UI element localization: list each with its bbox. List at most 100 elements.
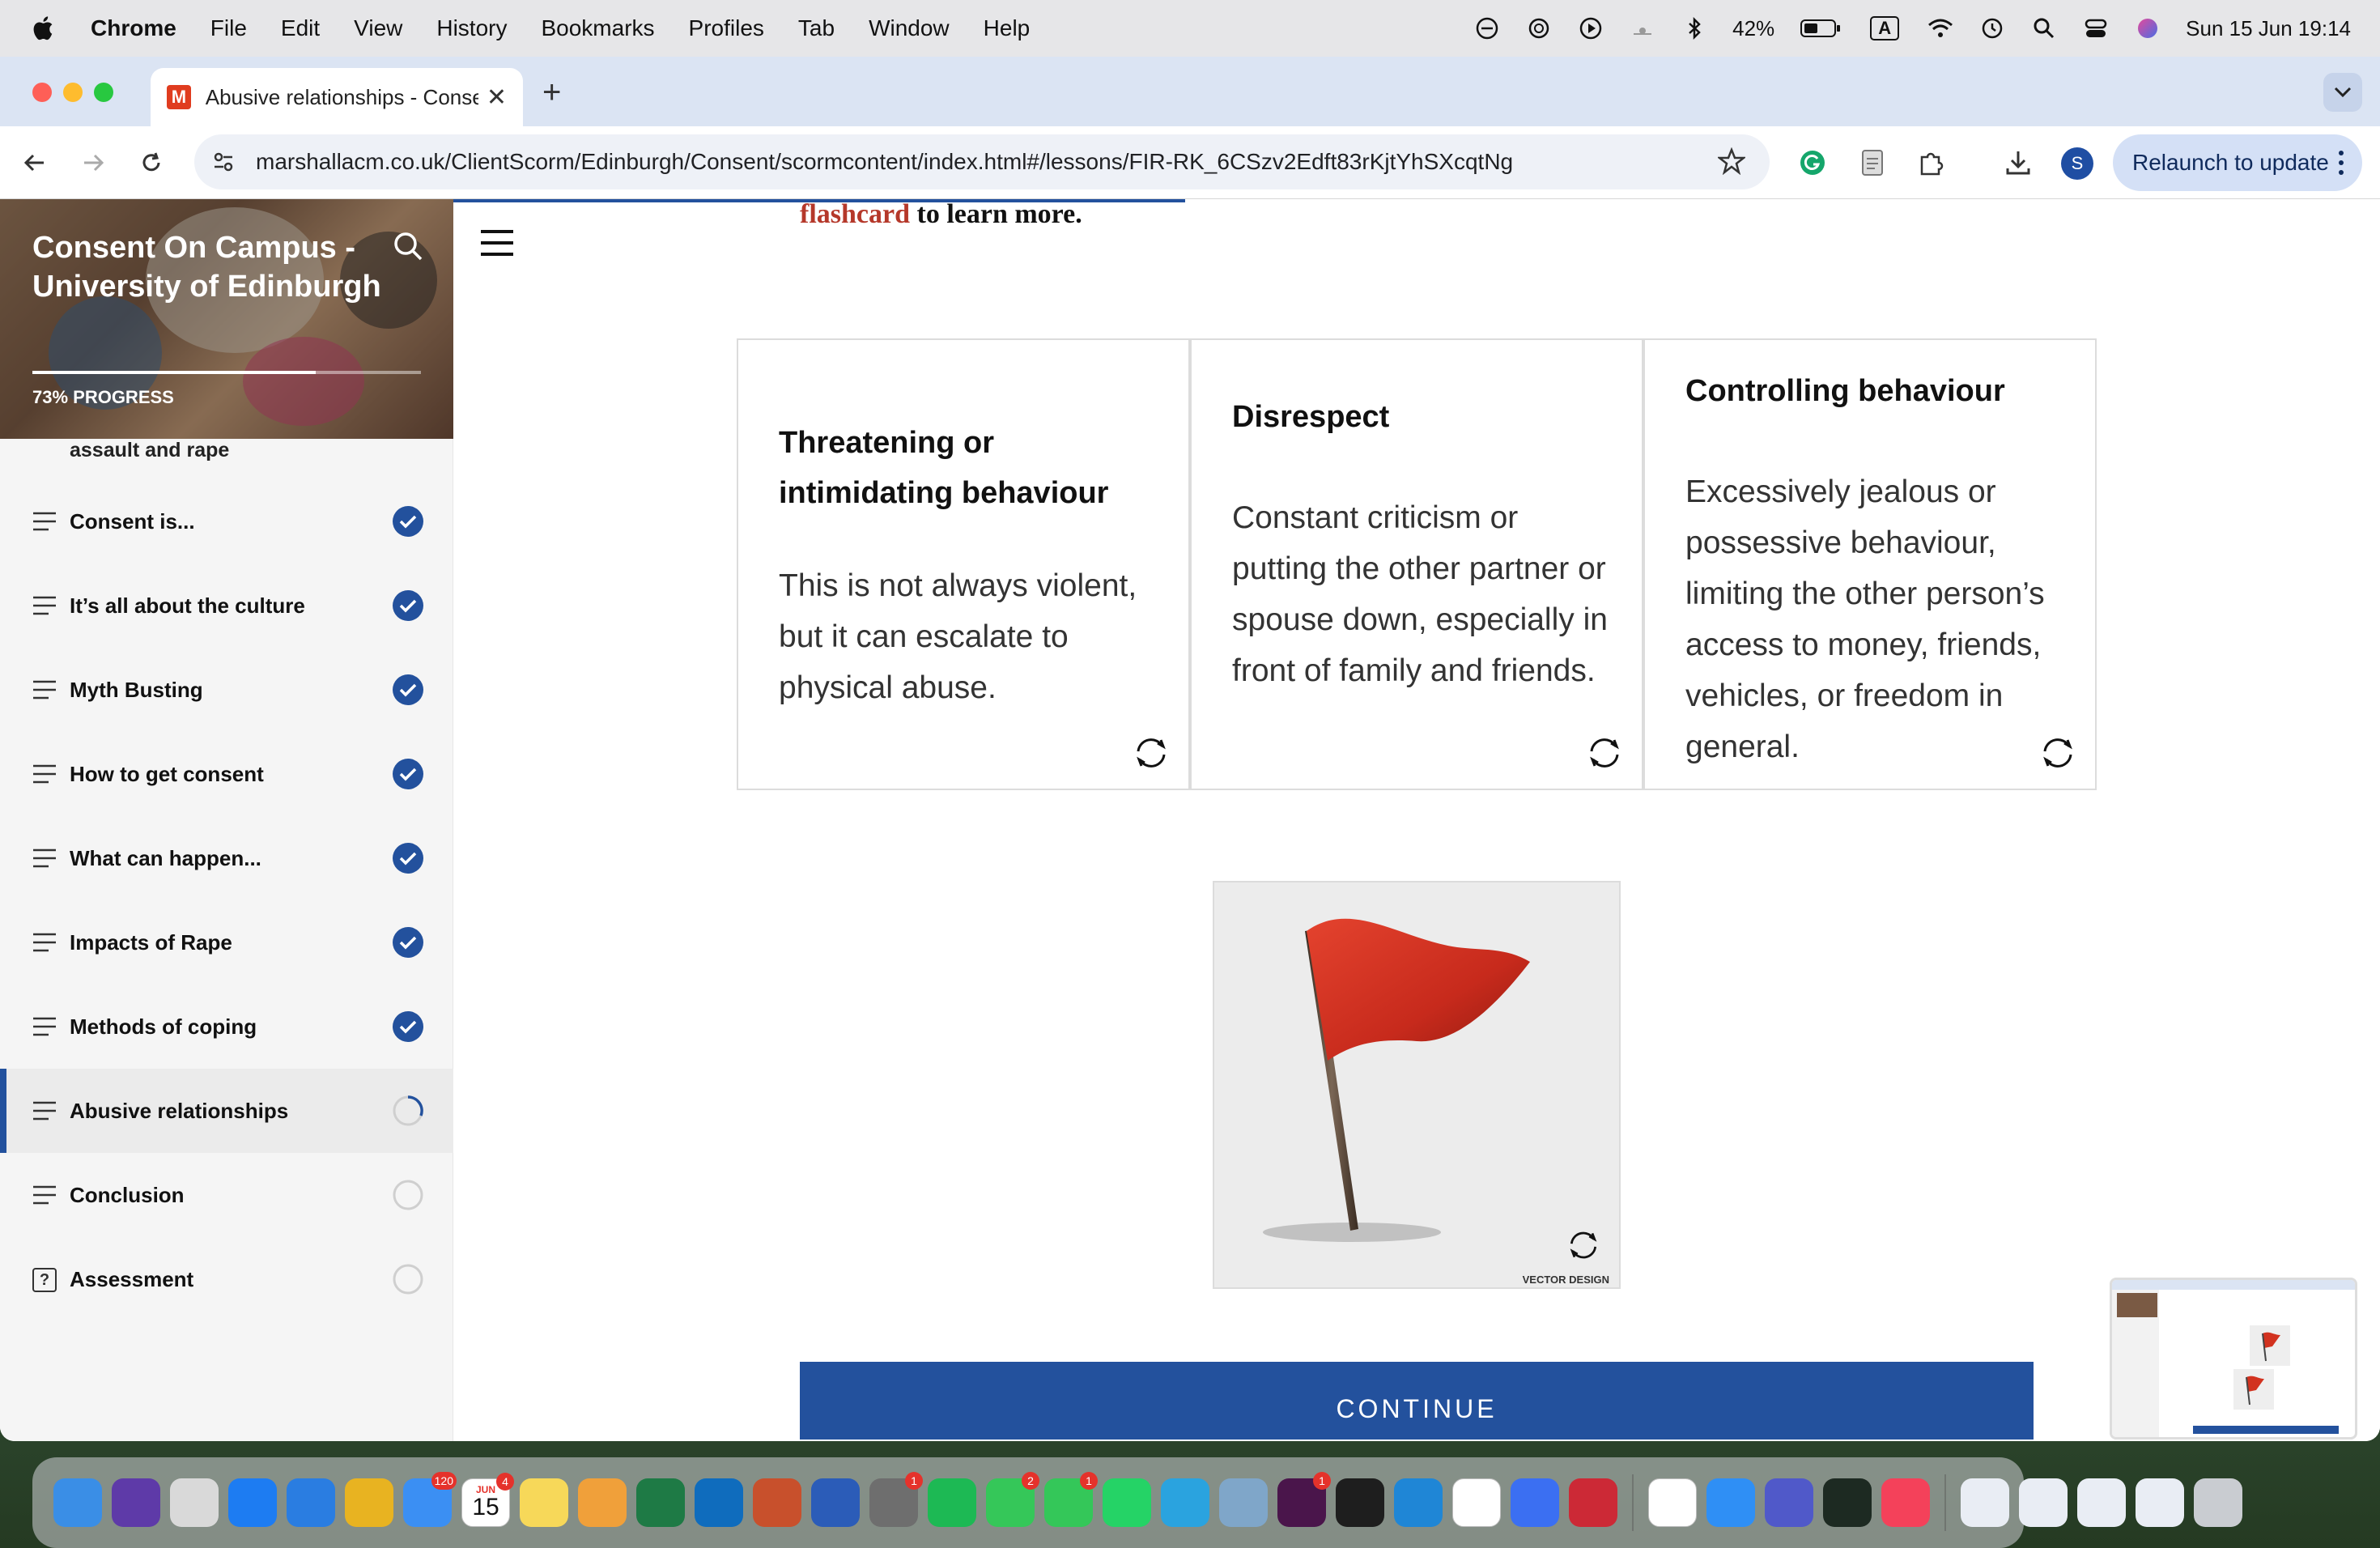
menu-app-name[interactable]: Chrome <box>91 15 176 41</box>
browser-tab[interactable]: M Abusive relationships - Conse ✕ <box>151 68 523 126</box>
slack-icon[interactable]: 1 <box>1277 1472 1331 1527</box>
sidebar-lesson-item[interactable]: ? Assessment <box>0 1237 453 1321</box>
menu-help[interactable]: Help <box>984 15 1031 41</box>
maximize-window-button[interactable] <box>94 83 113 102</box>
back-icon[interactable] <box>16 144 53 181</box>
flip-card-icon[interactable] <box>1585 734 1624 772</box>
menu-tab[interactable]: Tab <box>798 15 835 41</box>
menu-edit[interactable]: Edit <box>281 15 320 41</box>
mail-icon[interactable]: 120 <box>403 1472 457 1527</box>
bookmark-star-icon[interactable] <box>1716 147 1747 179</box>
reading-mode-icon[interactable] <box>1854 144 1891 181</box>
tab-search-icon[interactable] <box>2323 73 2362 112</box>
excel-icon[interactable] <box>636 1478 685 1527</box>
continue-button[interactable]: CONTINUE <box>800 1362 2034 1440</box>
messages-icon[interactable]: 2 <box>986 1472 1039 1527</box>
outlook-icon[interactable] <box>695 1478 743 1527</box>
menu-file[interactable]: File <box>210 15 247 41</box>
forward-icon[interactable] <box>74 144 112 181</box>
telegram-icon[interactable] <box>1161 1478 1209 1527</box>
time-machine-icon[interactable] <box>1978 15 2006 42</box>
music-icon[interactable] <box>1881 1478 1930 1527</box>
whatsapp-icon[interactable] <box>1103 1478 1151 1527</box>
menu-history[interactable]: History <box>436 15 507 41</box>
play-icon[interactable] <box>1577 15 1604 42</box>
preview-icon[interactable] <box>1219 1478 1268 1527</box>
reload-icon[interactable] <box>133 144 170 181</box>
notes-icon[interactable] <box>520 1478 568 1527</box>
menu-profiles[interactable]: Profiles <box>689 15 764 41</box>
powerpoint-icon[interactable] <box>753 1478 801 1527</box>
sidebar-lesson-item[interactable]: Consent is... <box>0 479 453 563</box>
new-tab-icon[interactable]: + <box>542 74 561 111</box>
profile-avatar[interactable]: S <box>2061 147 2093 180</box>
flip-card-icon[interactable] <box>2038 734 2077 772</box>
apple-icon[interactable] <box>31 15 58 42</box>
notion-icon[interactable] <box>1452 1478 1501 1527</box>
flashcard[interactable]: Controlling behaviour Excessively jealou… <box>1643 338 2097 790</box>
search-icon[interactable] <box>392 230 424 262</box>
sidebar-lesson-item[interactable]: Abusive relationships <box>0 1069 453 1153</box>
sidebar-lesson-item[interactable]: Myth Busting <box>0 648 453 732</box>
recent-window-icon[interactable] <box>2136 1478 2184 1527</box>
arc-icon[interactable] <box>1511 1478 1559 1527</box>
lesson-label-partial[interactable]: assault and rape <box>70 439 229 462</box>
menu-bookmarks[interactable]: Bookmarks <box>541 15 654 41</box>
calendar-icon[interactable]: JUN 15 4 <box>461 1473 514 1527</box>
recent-window-icon[interactable] <box>2077 1478 2126 1527</box>
system-settings-icon[interactable]: 1 <box>869 1472 923 1527</box>
sidebar-lesson-item[interactable]: Impacts of Rape <box>0 900 453 985</box>
window-preview-thumbnail[interactable] <box>2110 1278 2357 1440</box>
siri-icon[interactable] <box>2134 15 2161 42</box>
flip-card-icon[interactable] <box>1132 734 1171 772</box>
keynote-icon[interactable] <box>1706 1478 1755 1527</box>
spotlight-search-icon[interactable] <box>2030 15 2058 42</box>
menubar-clock[interactable]: Sun 15 Jun 19:14 <box>2186 16 2351 41</box>
safari-icon[interactable] <box>287 1478 335 1527</box>
recent-window-icon[interactable] <box>2019 1478 2068 1527</box>
minimize-window-button[interactable] <box>63 83 83 102</box>
recent-window-icon[interactable] <box>1961 1478 2009 1527</box>
menu-view[interactable]: View <box>354 15 402 41</box>
cursor-icon[interactable] <box>1336 1478 1384 1527</box>
tab-close-icon[interactable]: ✕ <box>487 83 507 112</box>
grammarly-icon[interactable] <box>1794 144 1831 181</box>
siri-app-icon[interactable] <box>112 1478 160 1527</box>
address-bar[interactable]: marshallacm.co.uk/ClientScorm/Edinburgh/… <box>194 134 1770 189</box>
facetime-icon[interactable]: 1 <box>1044 1472 1098 1527</box>
teams-icon[interactable] <box>1765 1478 1813 1527</box>
chatgpt-app-icon[interactable] <box>1648 1478 1697 1527</box>
more-menu-icon[interactable] <box>2338 149 2344 182</box>
spotify-icon[interactable] <box>928 1478 976 1527</box>
control-center-icon[interactable] <box>2082 15 2110 42</box>
battery-icon[interactable] <box>1799 15 1842 42</box>
flip-card-icon[interactable] <box>1566 1227 1601 1263</box>
site-settings-icon[interactable] <box>209 147 238 176</box>
flashcard[interactable]: Disrespect Constant criticism or putting… <box>1190 338 1643 790</box>
chatgpt-icon[interactable] <box>1525 15 1553 42</box>
focus-icon[interactable] <box>1473 15 1501 42</box>
menu-window[interactable]: Window <box>869 15 950 41</box>
wifi-icon[interactable] <box>1927 15 1954 42</box>
word-icon[interactable] <box>811 1478 860 1527</box>
vscode-icon[interactable] <box>1394 1478 1443 1527</box>
brightness-icon[interactable] <box>1629 15 1656 42</box>
launchpad-icon[interactable] <box>170 1478 219 1527</box>
chrome-icon[interactable] <box>345 1478 393 1527</box>
sidebar-lesson-item[interactable]: What can happen... <box>0 816 453 900</box>
bluetooth-icon[interactable] <box>1681 15 1708 42</box>
zotero-icon[interactable] <box>1569 1478 1617 1527</box>
flashcard[interactable]: Threatening or intimidating behaviour Th… <box>737 338 1190 790</box>
menu-hamburger-icon[interactable] <box>479 228 515 257</box>
sidebar-lesson-item[interactable]: Methods of coping <box>0 985 453 1069</box>
trash-icon[interactable] <box>2194 1478 2242 1527</box>
sidebar-lesson-item[interactable]: How to get consent <box>0 732 453 816</box>
input-source-icon[interactable]: A <box>1867 15 1902 42</box>
app-store-icon[interactable] <box>228 1478 277 1527</box>
close-window-button[interactable] <box>32 83 52 102</box>
extensions-icon[interactable] <box>1912 144 1949 181</box>
finder-icon[interactable] <box>53 1478 102 1527</box>
flag-image-card[interactable]: VECTOR DESIGN <box>1213 881 1621 1289</box>
photos-icon[interactable] <box>578 1478 627 1527</box>
sidebar-lesson-item[interactable]: Conclusion <box>0 1153 453 1237</box>
